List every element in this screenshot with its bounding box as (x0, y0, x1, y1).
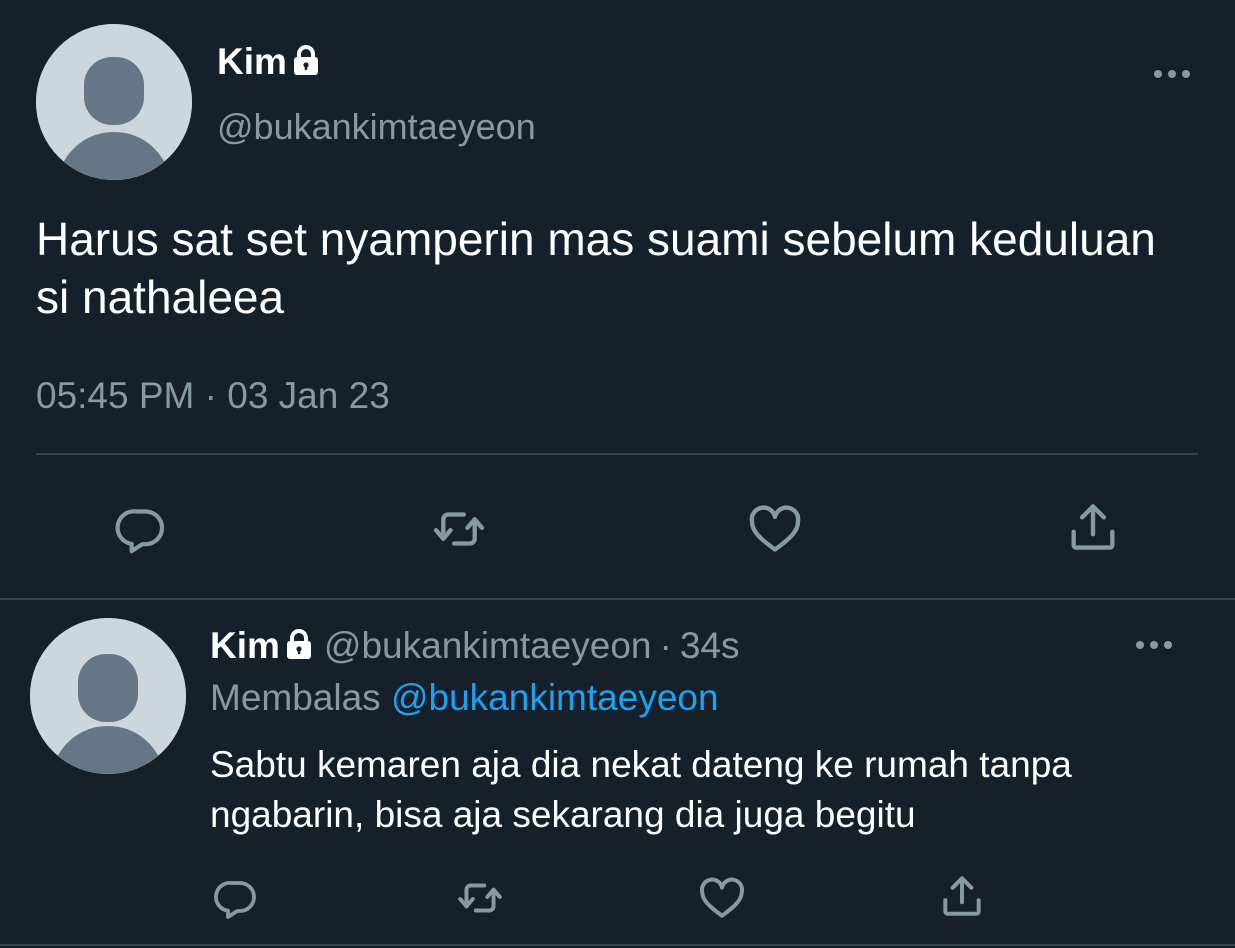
reply-button[interactable] (110, 498, 172, 560)
author-handle[interactable]: @bukankimtaeyeon (217, 106, 536, 148)
author-name-text: Kim (217, 41, 287, 82)
author-name[interactable]: Kim (210, 625, 280, 666)
reply-button[interactable] (210, 872, 262, 924)
more-icon[interactable] (1134, 635, 1174, 655)
default-avatar-icon (30, 618, 186, 774)
tweet-timestamp[interactable]: 05:45 PM · 03 Jan 23 (36, 374, 390, 418)
tweet-text: Harus sat set nyamperin mas suami sebelu… (36, 213, 1156, 323)
replying-label: Membalas (210, 677, 381, 718)
reply-text: Sabtu kemaren aja dia nekat dateng ke ru… (210, 744, 1072, 835)
replying-to: Membalas @bukankimtaeyeon (210, 676, 719, 720)
retweet-button[interactable] (428, 498, 490, 560)
share-button[interactable] (1062, 496, 1124, 558)
reply-icon (115, 509, 165, 554)
lock-icon (286, 629, 311, 659)
lock-icon (293, 45, 318, 75)
retweet-icon (433, 512, 485, 546)
avatar[interactable] (36, 24, 192, 180)
author-name[interactable]: Kim (217, 40, 321, 84)
like-button[interactable] (744, 498, 806, 560)
avatar[interactable] (30, 618, 186, 774)
share-button[interactable] (936, 870, 988, 922)
time-ago[interactable]: 34s (680, 625, 740, 666)
like-button[interactable] (696, 872, 748, 924)
mention-link[interactable]: @bukankimtaeyeon (391, 677, 719, 718)
share-icon (943, 876, 981, 916)
divider (36, 453, 1198, 455)
reply-header: Kim @bukankimtaeyeon · 34s (210, 624, 739, 668)
like-icon (749, 505, 801, 552)
like-icon (700, 877, 744, 918)
default-avatar-icon (36, 24, 192, 180)
retweet-icon (458, 883, 502, 913)
retweet-button[interactable] (454, 872, 506, 924)
share-icon (1071, 504, 1115, 550)
reply-icon (214, 880, 256, 919)
separator-dot: · (659, 625, 672, 666)
bottom-divider (0, 944, 1235, 946)
tweet-separator (0, 598, 1235, 600)
author-handle[interactable]: @bukankimtaeyeon (324, 625, 652, 666)
more-icon[interactable] (1152, 64, 1192, 84)
